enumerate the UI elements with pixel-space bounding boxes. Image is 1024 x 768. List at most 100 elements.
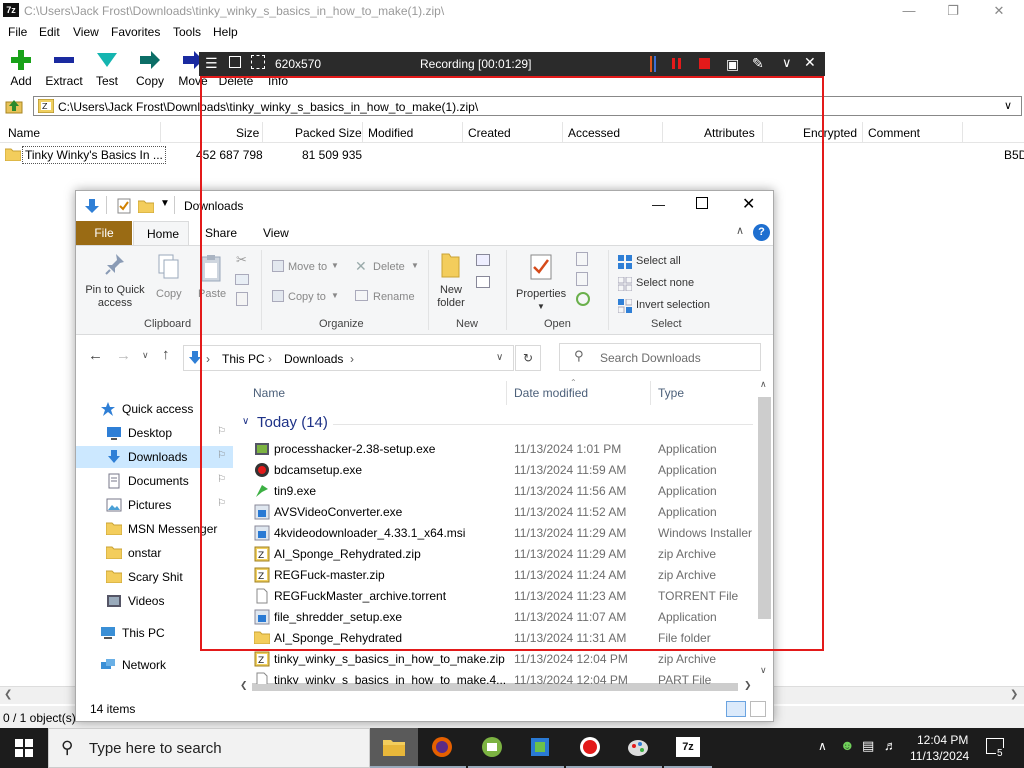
7zip-taskbar-icon[interactable]: 7z bbox=[664, 728, 712, 768]
file-row[interactable]: tinky_winky_s_basics_in_how_to_make.4...… bbox=[246, 670, 766, 684]
details-view-icon[interactable] bbox=[726, 701, 746, 717]
avs-taskbar-icon[interactable] bbox=[516, 728, 564, 768]
menu-edit[interactable]: Edit bbox=[39, 25, 60, 39]
taskbar-search-placeholder: Type here to search bbox=[89, 740, 222, 757]
new-folder-qa-icon[interactable] bbox=[138, 199, 154, 213]
forward-arrow-icon[interactable]: → bbox=[116, 347, 131, 364]
group-clipboard: Clipboard bbox=[144, 318, 192, 330]
test-button[interactable]: Test bbox=[85, 48, 129, 88]
folder-icon bbox=[106, 545, 122, 561]
col-comment[interactable]: Comment bbox=[868, 126, 920, 140]
scroll-right-icon[interactable]: ❯ bbox=[1010, 689, 1018, 700]
up-arrow-icon[interactable]: ↑ bbox=[162, 346, 170, 363]
zip-menu-bar: File Edit View Favorites Tools Help bbox=[0, 22, 1024, 42]
network-tray-icon[interactable]: ▤ bbox=[862, 738, 874, 754]
nav-item-label: Pictures bbox=[128, 498, 172, 512]
extract-button[interactable]: Extract bbox=[42, 48, 86, 88]
paint-taskbar-icon[interactable] bbox=[614, 728, 662, 768]
nav-item-label: Downloads bbox=[128, 450, 188, 464]
stop-icon[interactable] bbox=[699, 58, 710, 69]
fullscreen-mode-icon[interactable] bbox=[229, 56, 241, 68]
7zip-logo-icon: 7z bbox=[3, 3, 19, 17]
maximize-button[interactable]: ❐ bbox=[930, 0, 976, 22]
properties-qa-icon[interactable] bbox=[116, 198, 132, 214]
zip-row-name: Tinky Winky's Basics In ... bbox=[22, 146, 166, 164]
copy-arrow-icon bbox=[128, 48, 172, 72]
bandicam-taskbar-icon[interactable] bbox=[566, 728, 614, 768]
col-name[interactable]: Name bbox=[8, 126, 40, 140]
folder-up-icon[interactable] bbox=[5, 98, 23, 114]
nav-item-label: Quick access bbox=[122, 402, 194, 416]
taskbar-search-box[interactable]: ⚲ Type here to search bbox=[48, 728, 370, 768]
clock-date[interactable]: 11/13/2024 bbox=[910, 749, 969, 763]
close-button[interactable]: ✕ bbox=[976, 0, 1022, 22]
menu-help[interactable]: Help bbox=[213, 25, 238, 39]
people-icon[interactable]: ☻ bbox=[840, 737, 855, 753]
notification-count: 5 bbox=[996, 748, 1004, 759]
firefox-taskbar-icon[interactable] bbox=[418, 728, 466, 768]
tray-overflow-icon[interactable]: ∧ bbox=[818, 739, 827, 753]
copy-button[interactable]: Copy bbox=[128, 48, 172, 88]
recorder-toolbar: ☰ 620x570 Recording [00:01:29] ▣ ✎ ∨ ✕ bbox=[199, 52, 825, 76]
volume-icon[interactable]: ♬ bbox=[884, 738, 897, 753]
file-date: 11/13/2024 12:04 PM bbox=[514, 652, 628, 666]
videos-icon bbox=[106, 593, 122, 609]
screenshot-camera-icon[interactable]: ▣ bbox=[726, 56, 739, 73]
file-name: tinky_winky_s_basics_in_how_to_make.zip bbox=[274, 652, 505, 666]
copy-ribbon-button[interactable]: Copy bbox=[156, 288, 182, 300]
menu-favorites[interactable]: Favorites bbox=[111, 25, 160, 39]
check-icon bbox=[85, 48, 129, 72]
minimize-button[interactable]: — bbox=[886, 0, 932, 22]
draw-pencil-icon[interactable]: ✎ bbox=[752, 55, 764, 72]
nav-item-label: This PC bbox=[122, 626, 165, 640]
hscroll-thumb[interactable] bbox=[252, 683, 738, 691]
menu-tools[interactable]: Tools bbox=[173, 25, 201, 39]
pin-quick-access-button[interactable]: Pin to Quick access bbox=[82, 284, 148, 310]
add-button[interactable]: Add bbox=[0, 48, 43, 88]
nav-item-label: Desktop bbox=[128, 426, 173, 440]
folder-icon bbox=[106, 521, 122, 537]
copy-icon bbox=[158, 254, 180, 280]
close-recorder-icon[interactable]: ✕ bbox=[804, 54, 816, 71]
menu-file[interactable]: File bbox=[8, 25, 27, 39]
large-icons-view-icon[interactable] bbox=[750, 701, 766, 717]
svg-text:Z: Z bbox=[42, 102, 48, 111]
zip-file-icon: Z bbox=[38, 99, 54, 113]
plus-icon bbox=[0, 48, 43, 72]
nav-item-label: Scary Shit bbox=[128, 570, 183, 584]
back-arrow-icon[interactable]: ← bbox=[88, 347, 103, 364]
tab-home[interactable]: Home bbox=[133, 221, 189, 245]
scroll-left-icon[interactable]: ❮ bbox=[4, 689, 12, 700]
recent-locations-icon[interactable]: ∨ bbox=[142, 350, 149, 361]
collapse-recorder-icon[interactable]: ∨ bbox=[782, 55, 792, 71]
windows-logo-icon bbox=[15, 739, 33, 757]
explorer-taskbar-icon[interactable] bbox=[370, 728, 418, 768]
svg-text:Z: Z bbox=[258, 656, 264, 666]
app-green-taskbar-icon[interactable] bbox=[468, 728, 516, 768]
pics-icon bbox=[106, 497, 122, 513]
file-type: PART File bbox=[658, 673, 712, 684]
star-icon bbox=[100, 401, 116, 417]
nav-item-network[interactable]: Network bbox=[76, 654, 233, 676]
pause-icon[interactable] bbox=[672, 58, 675, 69]
path-dropdown-icon[interactable]: ∨ bbox=[1004, 99, 1012, 112]
pc-icon bbox=[100, 625, 116, 641]
clock-time[interactable]: 12:04 PM bbox=[917, 733, 968, 747]
menu-view[interactable]: View bbox=[73, 25, 99, 39]
qa-dropdown-icon[interactable]: ▼ bbox=[160, 198, 170, 209]
zip-row-crc: B5D bbox=[1004, 148, 1024, 162]
zip-title-bar: 7z C:\Users\Jack Frost\Downloads\tinky_w… bbox=[0, 0, 1024, 22]
tab-file[interactable]: File bbox=[76, 221, 132, 245]
recording-region-frame bbox=[200, 76, 824, 651]
file-type: zip Archive bbox=[658, 652, 717, 666]
recorder-menu-icon[interactable]: ☰ bbox=[205, 55, 218, 72]
file-row[interactable]: Ztinky_winky_s_basics_in_how_to_make.zip… bbox=[246, 649, 766, 670]
start-button[interactable] bbox=[0, 728, 48, 768]
zip-file-icon: Z bbox=[254, 651, 270, 667]
nav-item-label: Documents bbox=[128, 474, 189, 488]
blank-file-icon bbox=[254, 672, 270, 684]
recording-status: Recording [00:01:29] bbox=[420, 57, 532, 71]
taskbar-search-icon: ⚲ bbox=[61, 738, 74, 757]
region-mode-icon[interactable] bbox=[251, 55, 265, 69]
nav-item-label: onstar bbox=[128, 546, 162, 560]
